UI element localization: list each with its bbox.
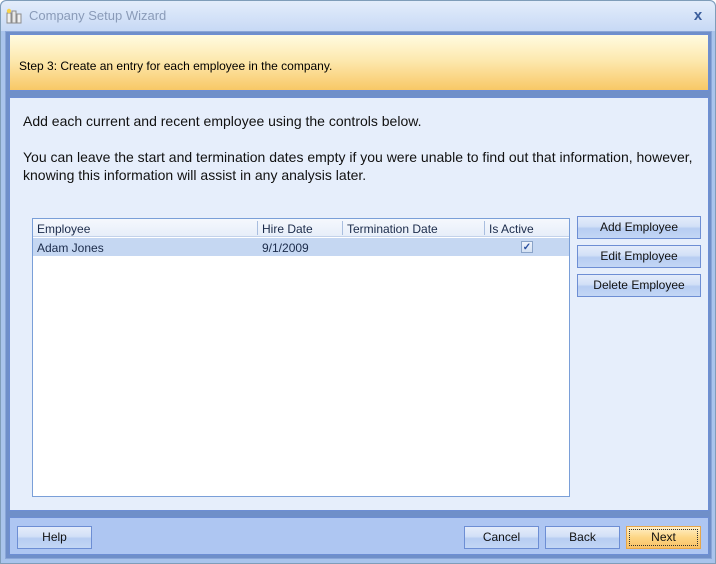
is-active-checkbox[interactable]: ✓ — [521, 241, 533, 253]
back-button[interactable]: Back — [545, 526, 620, 549]
app-chart-icon — [6, 8, 22, 24]
step-title: Step 3: Create an entry for each employe… — [19, 59, 333, 73]
employee-grid[interactable]: Employee Hire Date Termination Date Is A… — [32, 218, 570, 497]
cell-hire-date: 9/1/2009 — [262, 241, 309, 255]
window-title: Company Setup Wizard — [29, 8, 167, 23]
next-button[interactable]: Next — [626, 526, 701, 549]
grid-header: Employee Hire Date Termination Date Is A… — [33, 219, 569, 237]
column-separator[interactable] — [257, 221, 258, 235]
close-button[interactable]: x — [689, 7, 707, 25]
column-header-is-active[interactable]: Is Active — [489, 222, 534, 236]
footer-bar: Help Cancel Back Next — [9, 517, 709, 555]
table-row[interactable]: Adam Jones 9/1/2009 ✓ — [33, 238, 569, 256]
cell-employee: Adam Jones — [37, 241, 104, 255]
step-header: Step 3: Create an entry for each employe… — [9, 34, 709, 91]
delete-employee-button[interactable]: Delete Employee — [577, 274, 701, 297]
add-employee-button[interactable]: Add Employee — [577, 216, 701, 239]
edit-employee-button[interactable]: Edit Employee — [577, 245, 701, 268]
title-bar[interactable]: Company Setup Wizard x — [1, 1, 715, 31]
focus-rectangle — [629, 529, 698, 546]
intro-text: Add each current and recent employee usi… — [23, 113, 422, 129]
intro-note: You can leave the start and termination … — [23, 149, 693, 183]
column-separator[interactable] — [342, 221, 343, 235]
checkmark-icon: ✓ — [522, 242, 532, 253]
column-header-termination-date[interactable]: Termination Date — [347, 222, 438, 236]
column-header-employee[interactable]: Employee — [37, 222, 90, 236]
wizard-window: Company Setup Wizard x Step 3: Create an… — [0, 0, 716, 564]
content-panel: Add each current and recent employee usi… — [9, 97, 709, 511]
column-separator[interactable] — [484, 221, 485, 235]
cancel-button[interactable]: Cancel — [464, 526, 539, 549]
help-button[interactable]: Help — [17, 526, 92, 549]
column-header-hire-date[interactable]: Hire Date — [262, 222, 313, 236]
